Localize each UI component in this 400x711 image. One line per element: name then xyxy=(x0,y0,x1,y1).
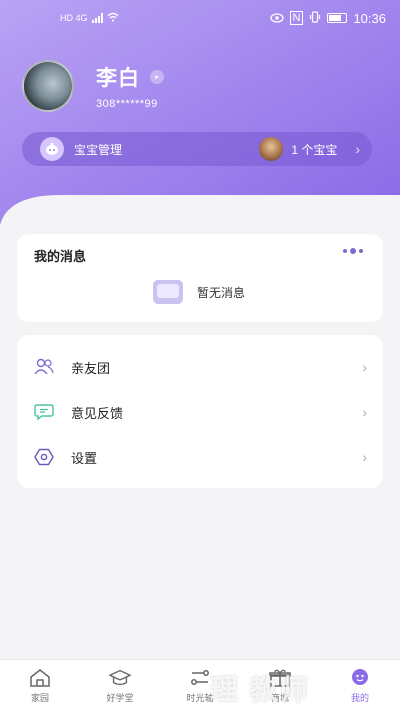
empty-messages: 暂无消息 xyxy=(153,280,245,304)
status-left: HD 4G xyxy=(60,12,119,24)
empty-messages-text: 暂无消息 xyxy=(197,285,246,300)
people-icon xyxy=(34,357,54,377)
messages-title: 我的消息 xyxy=(34,249,87,264)
more-icon[interactable] xyxy=(343,248,363,254)
watermark: 理 教师 xyxy=(210,674,310,705)
baby-avatar xyxy=(259,137,284,161)
chevron-right-icon: › xyxy=(355,141,360,157)
chevron-right-icon: › xyxy=(362,404,367,420)
battery-icon xyxy=(327,13,348,23)
name-row: 李白 ▸ xyxy=(96,62,164,92)
empty-message-icon xyxy=(153,280,183,304)
signal-icon xyxy=(91,13,103,23)
baby-face-icon xyxy=(40,137,64,161)
tab-home[interactable]: 家园 xyxy=(0,660,80,711)
profile-info: 李白 ▸ 308******99 xyxy=(96,62,164,110)
menu-item-label: 设置 xyxy=(71,450,98,466)
bottom-tab-bar: 家园 好学堂 时光轴 商城 我的 xyxy=(0,659,400,711)
messages-card[interactable]: 我的消息 暂无消息 xyxy=(17,234,383,322)
profile-arrow-icon[interactable]: ▸ xyxy=(150,70,164,84)
tab-label: 好学堂 xyxy=(106,692,134,703)
baby-count-group: 1 个宝宝 › xyxy=(259,137,360,161)
tab-school[interactable]: 好学堂 xyxy=(80,660,160,711)
network-indicator: HD 4G xyxy=(60,13,88,23)
wifi-icon xyxy=(107,12,119,24)
menu-item-settings[interactable]: 设置 › xyxy=(17,437,383,477)
menu-card: 亲友团 › 意见反馈 › 设置 › xyxy=(17,335,383,488)
nfc-icon: N xyxy=(289,11,304,25)
header-background xyxy=(0,0,400,250)
vibrate-icon xyxy=(309,10,321,26)
avatar[interactable] xyxy=(22,60,74,112)
home-icon xyxy=(29,668,51,688)
profile-section[interactable]: 李白 ▸ 308******99 xyxy=(22,60,164,112)
chevron-right-icon: › xyxy=(362,449,367,465)
chevron-right-icon: › xyxy=(362,359,367,375)
menu-item-label: 意见反馈 xyxy=(71,405,124,421)
baby-management-label: 宝宝管理 xyxy=(74,142,123,157)
tab-label: 家园 xyxy=(30,692,49,703)
clock: 10:36 xyxy=(353,10,386,26)
menu-item-label: 亲友团 xyxy=(71,360,111,376)
tab-label: 我的 xyxy=(350,692,369,703)
status-bar: HD 4G N 10:36 xyxy=(0,0,400,36)
profile-icon xyxy=(349,668,371,688)
eye-icon xyxy=(269,11,284,26)
settings-icon xyxy=(34,447,54,467)
baby-management-bar[interactable]: 宝宝管理 1 个宝宝 › xyxy=(22,132,372,166)
timeline-icon xyxy=(189,668,211,688)
baby-count: 1 个宝宝 xyxy=(291,142,338,157)
chat-icon xyxy=(34,402,54,422)
user-id: 308******99 xyxy=(96,98,158,110)
status-right: N 10:36 xyxy=(269,10,386,26)
menu-item-family-group[interactable]: 亲友团 › xyxy=(17,347,383,387)
user-name: 李白 xyxy=(96,67,140,90)
tab-mine[interactable]: 我的 xyxy=(320,660,400,711)
graduation-cap-icon xyxy=(109,668,131,688)
menu-item-feedback[interactable]: 意见反馈 › xyxy=(17,392,383,432)
